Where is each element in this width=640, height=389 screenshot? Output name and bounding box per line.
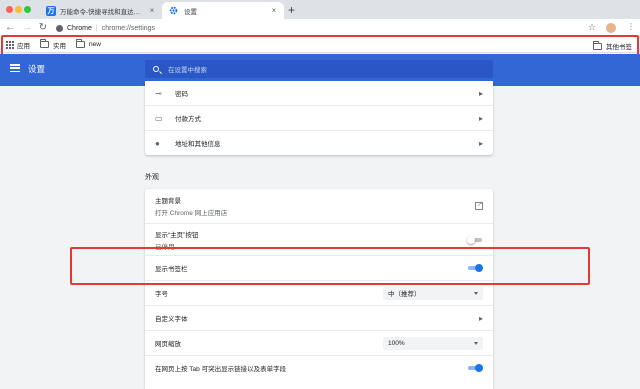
chevron-down-icon [474, 291, 478, 295]
search-placeholder: 在设置中搜索 [168, 67, 207, 74]
external-link-icon[interactable] [475, 200, 483, 210]
other-bookmarks-label: 其他书签 [606, 44, 632, 51]
bookmark-label: 实用 [53, 42, 66, 50]
search-icon [153, 66, 159, 72]
folder-icon [76, 39, 85, 48]
back-arrow-icon[interactable]: ← [4, 22, 16, 33]
close-window-button[interactable] [6, 6, 13, 13]
bookmark-folder-new[interactable]: new [76, 39, 101, 48]
bookmark-apps[interactable]: 应用 [6, 40, 30, 50]
separator: | [95, 24, 98, 32]
chevron-right-icon: ▸ [478, 113, 483, 123]
chevron-right-icon: ▸ [478, 138, 483, 148]
tab-title: 万能命令-快捷寻找和直达你想要的... [60, 8, 144, 16]
avatar[interactable] [606, 23, 616, 33]
row-label: 字号 [155, 291, 168, 298]
other-bookmarks[interactable]: 其他书签 [593, 40, 632, 51]
bookmark-folder-shiyong[interactable]: 实用 [40, 39, 66, 50]
row-label: 付款方式 [175, 116, 201, 123]
row-addresses[interactable]: ● 地址和其他信息 ▸ [145, 130, 493, 155]
tab-strip: 万 万能命令-快捷寻找和直达你想要的... × 设置 × + [0, 0, 640, 19]
tab-close-icon[interactable]: × [270, 6, 278, 15]
bookmark-label: new [89, 41, 101, 48]
key-icon: ⊸ [155, 88, 162, 98]
section-title-appearance: 外观 [145, 174, 159, 181]
bookmark-label: 应用 [17, 42, 30, 50]
autofill-card: ⊸ 密码 ▸ ▭ 付款方式 ▸ ● 地址和其他信息 ▸ [145, 81, 493, 155]
chevron-right-icon: ▸ [478, 313, 483, 323]
bookmarks-bar: 应用 实用 new 其他书签 [0, 37, 640, 53]
row-theme[interactable]: 主题背景 打开 Chrome 网上应用店 [145, 189, 493, 223]
bookmarks-bar-toggle[interactable] [467, 264, 483, 272]
chrome-icon [56, 24, 63, 32]
row-label: 显示“主页”按钮 [155, 231, 199, 239]
folder-icon [40, 39, 49, 48]
row-font-size: 字号 中（推荐） [145, 280, 493, 305]
maximize-window-button[interactable] [24, 6, 31, 13]
row-sublabel: 已停用 [155, 243, 175, 251]
apps-grid-icon [6, 40, 14, 49]
folder-icon [593, 40, 602, 50]
row-label: 网页缩放 [155, 341, 181, 348]
address-bar[interactable]: Chrome | chrome://settings [56, 21, 604, 35]
scheme-label: Chrome [67, 24, 92, 32]
menu-icon[interactable] [10, 64, 20, 72]
tab-title: 设置 [184, 8, 197, 16]
select-value: 中（推荐） [388, 291, 421, 298]
row-label: 显示书签栏 [155, 266, 188, 273]
chevron-down-icon [474, 341, 478, 345]
tab-wanneng[interactable]: 万 万能命令-快捷寻找和直达你想要的... × [40, 2, 162, 19]
forward-arrow-icon[interactable]: → [21, 22, 33, 33]
more-menu-icon[interactable]: ⋮ [627, 22, 635, 31]
select-value: 100% [388, 339, 405, 347]
row-label: 地址和其他信息 [175, 141, 221, 148]
row-label: 自定义字体 [155, 316, 188, 323]
row-tab-highlight[interactable]: 在网页上按 Tab 可突出显示链接以及表单字段 [145, 355, 493, 380]
appearance-card: 主题背景 打开 Chrome 网上应用店 显示“主页”按钮 已停用 显示书签栏 … [145, 189, 493, 389]
wanneng-favicon-icon: 万 [46, 5, 56, 16]
gear-icon [168, 6, 178, 16]
reload-icon[interactable]: ↻ [37, 22, 49, 33]
row-sublabel: 打开 Chrome 网上应用店 [155, 210, 228, 217]
minimize-window-button[interactable] [15, 6, 22, 13]
location-pin-icon: ● [155, 138, 160, 148]
url-text: chrome://settings [101, 24, 156, 32]
font-size-select[interactable]: 中（推荐） [383, 286, 483, 300]
row-label: 主题背景 [155, 198, 181, 205]
row-page-zoom: 网页缩放 100% [145, 330, 493, 355]
tab-close-icon[interactable]: × [148, 6, 156, 15]
row-custom-fonts[interactable]: 自定义字体 ▸ [145, 305, 493, 330]
row-label: 在网页上按 Tab 可突出显示链接以及表单字段 [155, 366, 287, 373]
tab-settings[interactable]: 设置 × [162, 2, 284, 19]
home-button-toggle[interactable] [467, 235, 483, 244]
new-tab-button[interactable]: + [288, 3, 295, 17]
page-title: 设置 [28, 64, 46, 74]
tab-highlight-toggle[interactable] [467, 364, 483, 372]
toolbar: ← → ↻ Chrome | chrome://settings ☆ ⋮ [0, 19, 640, 37]
page-zoom-select[interactable]: 100% [383, 336, 483, 350]
settings-search-input[interactable]: 在设置中搜索 [145, 60, 493, 78]
chevron-right-icon: ▸ [478, 88, 483, 98]
row-label: 密码 [175, 91, 188, 98]
row-passwords[interactable]: ⊸ 密码 ▸ [145, 81, 493, 105]
row-home-button[interactable]: 显示“主页”按钮 已停用 [145, 223, 493, 255]
credit-card-icon: ▭ [155, 113, 163, 123]
row-payment-methods[interactable]: ▭ 付款方式 ▸ [145, 105, 493, 130]
row-show-bookmarks-bar[interactable]: 显示书签栏 [145, 255, 493, 280]
star-icon[interactable]: ☆ [588, 22, 596, 33]
